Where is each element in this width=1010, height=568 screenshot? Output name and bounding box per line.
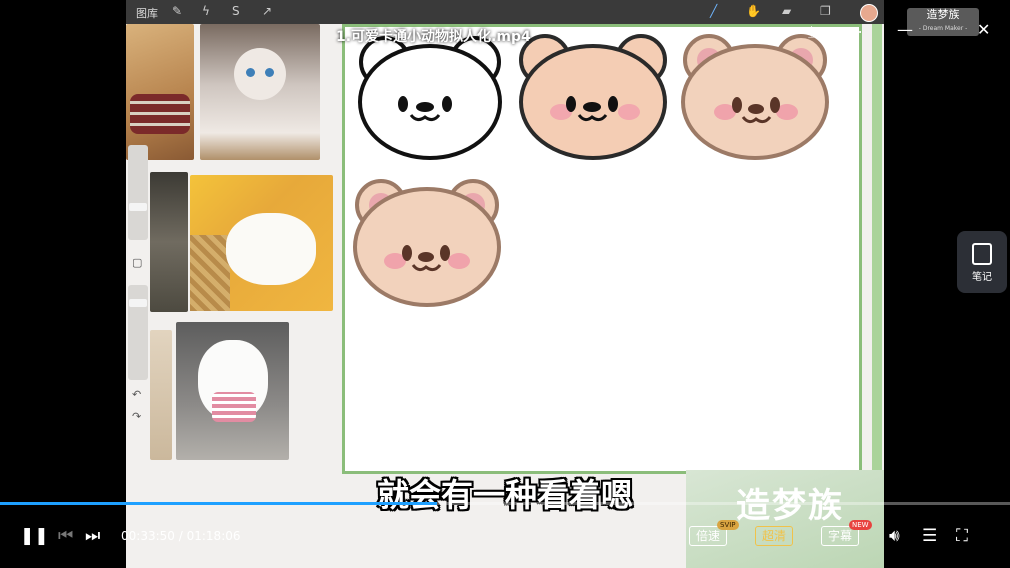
- minimize-icon[interactable]: —: [897, 20, 913, 39]
- square-icon: ▢: [132, 256, 143, 269]
- redo-icon: ↷: [132, 410, 142, 423]
- current-time: 00:33:50: [121, 529, 175, 543]
- speed-label: 倍速: [696, 529, 721, 543]
- bear-drawings: [353, 34, 829, 307]
- brush-icon: ╱: [710, 4, 718, 18]
- transform-icon: ↗: [262, 4, 273, 18]
- poodle-photo: [176, 322, 289, 460]
- layers-icon: ❐: [820, 4, 831, 18]
- color-swatch: [860, 4, 878, 22]
- brush-size-slider: [128, 145, 148, 240]
- previous-icon[interactable]: ⏮: [58, 526, 73, 546]
- wrench-icon: ✎: [172, 4, 183, 18]
- rabbit-photo: [190, 175, 333, 311]
- canvas-side-border: [872, 24, 882, 504]
- notes-button[interactable]: 笔记: [957, 231, 1007, 293]
- drawing-canvas: [342, 24, 862, 474]
- fullscreen-icon[interactable]: ⛶: [956, 526, 968, 546]
- procreate-toolbar: 图库 ✎ ϟ S ↗ ╱ ✋ ▰ ❐: [126, 0, 884, 24]
- video-title: 1.可爱卡通小动物拟人化.mp4: [336, 29, 531, 45]
- adjust-icon: ϟ: [202, 4, 210, 18]
- plush-bear-photo: [126, 24, 194, 160]
- bear-sketch-outline: [358, 36, 502, 160]
- svip-badge: SVIP: [717, 520, 739, 530]
- more-icon[interactable]: ⋯: [847, 22, 863, 41]
- download-icon[interactable]: ⤓: [808, 22, 815, 42]
- quality-button[interactable]: 超清: [755, 526, 794, 546]
- pause-icon[interactable]: ❚❚: [20, 526, 49, 546]
- bear-final: [353, 179, 501, 307]
- new-badge: NEW: [849, 520, 872, 530]
- progress-bar[interactable]: [0, 502, 1010, 505]
- caption-label: 字幕: [828, 529, 853, 543]
- share-icon[interactable]: ⚯: [767, 22, 780, 41]
- bear-colored-flat: [519, 34, 667, 160]
- undo-icon: ↶: [132, 388, 142, 401]
- rabbit-side-photo: [150, 172, 188, 312]
- brand-text: 造梦族: [926, 8, 960, 21]
- notes-label: 笔记: [972, 272, 992, 283]
- time-display: 00:33:50 / 01:18:06: [121, 529, 241, 543]
- eraser-icon: ▰: [782, 4, 792, 18]
- selection-icon: S: [232, 4, 240, 18]
- playlist-icon[interactable]: ☰: [922, 526, 937, 546]
- time-separator: /: [178, 529, 183, 543]
- subtitle-text: 就会有一种看着嗯: [376, 476, 633, 514]
- progress-fill: [0, 502, 438, 505]
- gallery-label: 图库: [136, 7, 158, 20]
- notes-icon: [972, 243, 992, 265]
- dog-side-photo: [150, 330, 172, 460]
- smudge-icon: ✋: [746, 4, 761, 18]
- bear-shaded: [681, 34, 829, 160]
- quality-label: 超清: [762, 529, 787, 543]
- brand-subtext: - Dream Maker -: [918, 25, 968, 32]
- cat-photo: [200, 24, 320, 160]
- brand-logo: 造梦族 - Dream Maker -: [907, 8, 979, 36]
- opacity-slider: [128, 285, 148, 380]
- volume-icon[interactable]: 🔊︎: [889, 526, 900, 546]
- close-icon[interactable]: ✕: [977, 20, 990, 39]
- duration: 01:18:06: [186, 529, 241, 543]
- next-icon[interactable]: ⏭: [85, 526, 100, 546]
